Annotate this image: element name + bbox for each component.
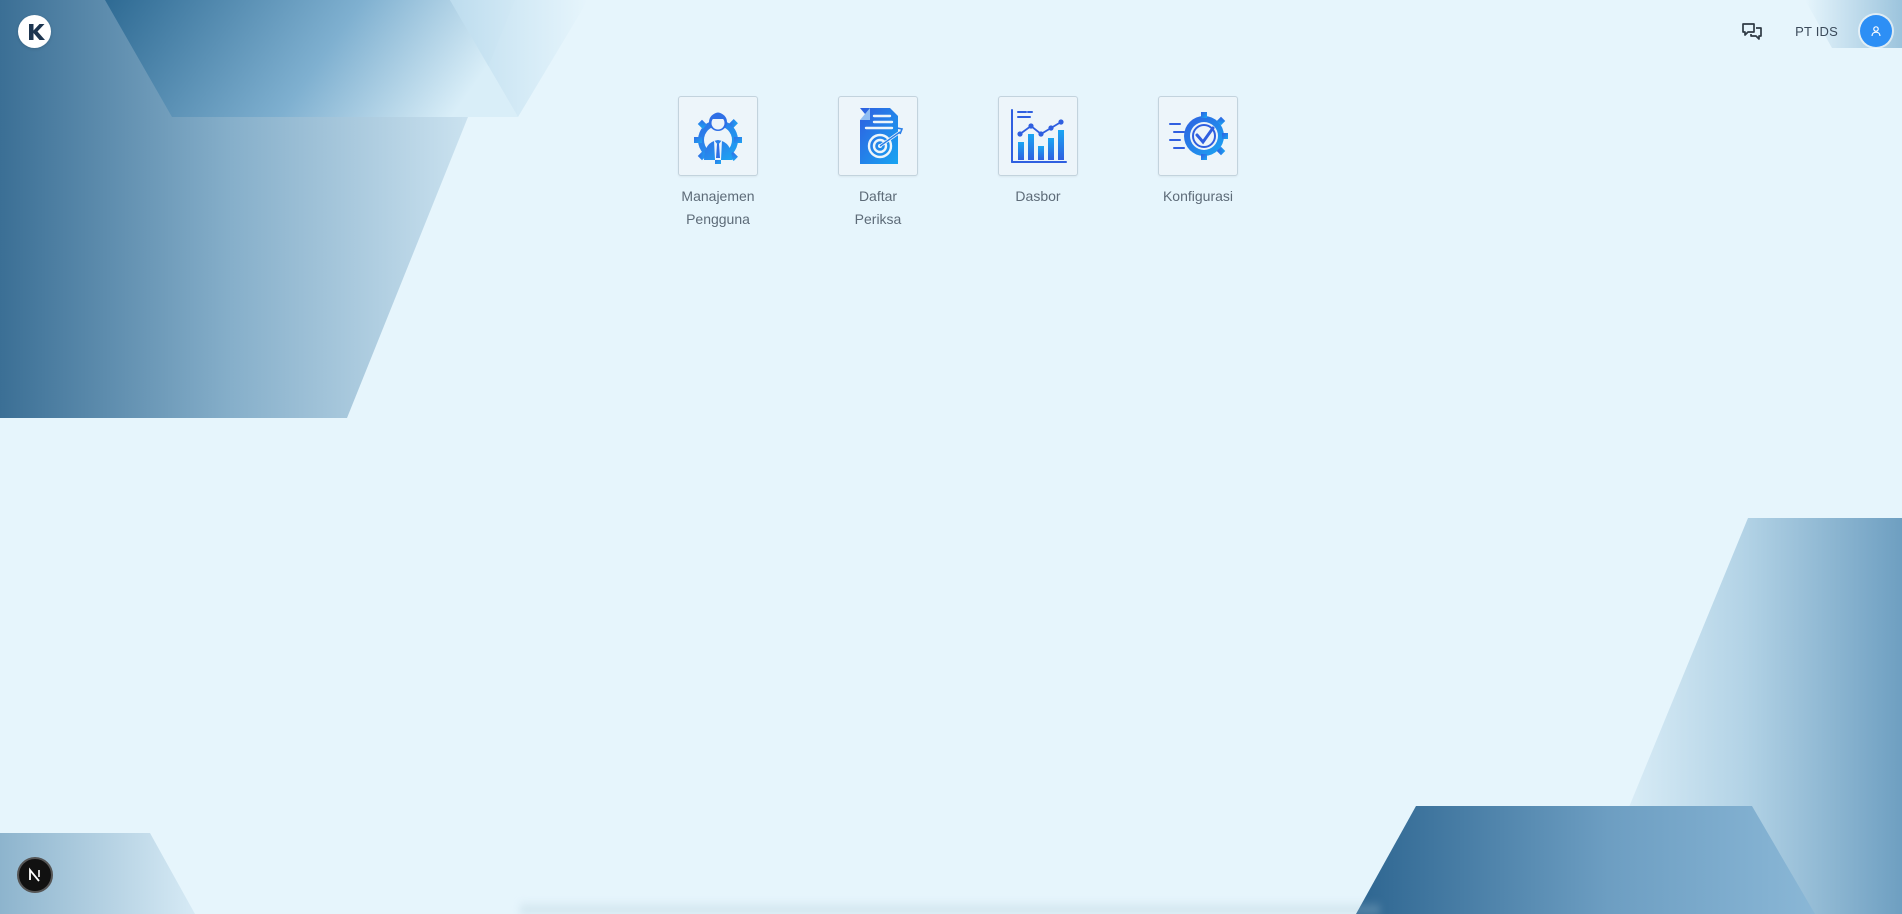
user-avatar[interactable]: [1860, 15, 1892, 47]
app-label: Dasbor: [983, 185, 1093, 208]
app-label-line1: Dasbor: [1015, 188, 1061, 204]
app-dasbor[interactable]: Dasbor: [998, 96, 1078, 231]
document-target-icon[interactable]: [838, 96, 918, 176]
user-gear-icon[interactable]: [678, 96, 758, 176]
app-manajemen-pengguna[interactable]: Manajemen Pengguna: [678, 96, 758, 231]
company-name[interactable]: PT IDS: [1795, 24, 1838, 39]
app-label: Daftar Periksa: [823, 185, 933, 231]
app-label-line1: Manajemen: [681, 188, 755, 204]
k-logo-icon[interactable]: [18, 15, 51, 48]
bar-chart-icon[interactable]: [998, 96, 1078, 176]
app-daftar-periksa[interactable]: Daftar Periksa: [838, 96, 918, 231]
chat-bubbles-icon[interactable]: [1739, 18, 1765, 44]
top-right-toolbar: PT IDS: [1739, 15, 1902, 47]
app-label-line1: Konfigurasi: [1162, 188, 1234, 204]
app-label-line1: Daftar: [858, 188, 898, 204]
app-label: Konfigurasi: [1143, 185, 1253, 208]
app-launcher-grid: Manajemen Pengguna Daftar Periksa Dasbor…: [678, 96, 1238, 231]
bottom-shadow: [520, 900, 1380, 914]
app-label-line2: Pengguna: [686, 211, 750, 227]
app-konfigurasi[interactable]: Konfigurasi: [1158, 96, 1238, 231]
n-logo-icon[interactable]: [17, 857, 53, 893]
gear-check-icon[interactable]: [1158, 96, 1238, 176]
app-label-line2: Periksa: [854, 211, 902, 227]
app-label: Manajemen Pengguna: [663, 185, 773, 231]
